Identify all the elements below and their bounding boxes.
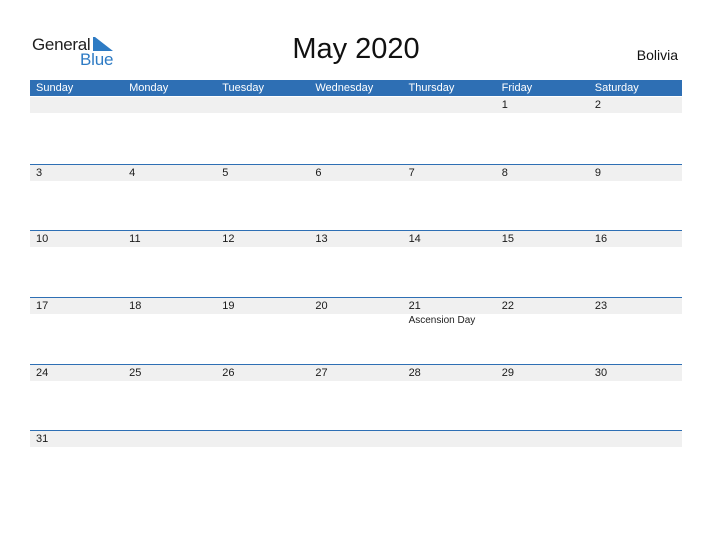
day-number: 16 xyxy=(594,233,608,245)
day-cell-19[interactable]: 19 xyxy=(216,298,309,358)
day-number: 15 xyxy=(501,233,514,245)
day-cell-25[interactable]: 25 xyxy=(123,365,216,425)
calendar-title: May 2020 xyxy=(292,33,420,65)
day-number: 11 xyxy=(129,233,141,245)
day-number: 1 xyxy=(501,99,508,111)
day-cell-11[interactable]: 11 xyxy=(123,231,216,291)
week-row: 17 18 19 20 21 Ascension Day 22 23 xyxy=(30,297,682,365)
day-number: 3 xyxy=(36,167,43,179)
day-number: 28 xyxy=(408,367,421,379)
day-cell-18[interactable]: 18 xyxy=(123,298,216,358)
weekday-monday: Monday xyxy=(129,82,169,94)
day-cell-15[interactable]: 15 xyxy=(496,231,589,291)
day-cell-4[interactable]: 4 xyxy=(123,165,216,225)
day-number: 30 xyxy=(594,367,608,379)
day-cell-31[interactable]: 31 xyxy=(30,431,123,491)
country-label: Bolivia xyxy=(636,47,678,63)
day-cell-9[interactable]: 9 xyxy=(589,165,682,225)
day-number: 23 xyxy=(594,300,608,312)
day-number: 14 xyxy=(408,233,421,245)
day-number: 21 xyxy=(408,300,421,312)
day-number: 6 xyxy=(315,167,322,179)
day-number: 10 xyxy=(36,233,49,245)
day-cell-29[interactable]: 29 xyxy=(496,365,589,425)
empty-day-cell xyxy=(589,431,682,491)
day-number: 19 xyxy=(222,300,235,312)
weekday-sunday: Sunday xyxy=(36,82,74,94)
day-cell-5[interactable]: 5 xyxy=(216,165,309,225)
day-cell-14[interactable]: 14 xyxy=(403,231,496,291)
day-cell-20[interactable]: 20 xyxy=(309,298,402,358)
empty-day-cell xyxy=(30,97,123,157)
empty-day-cell xyxy=(309,431,402,491)
day-number: 20 xyxy=(315,300,328,312)
day-cell-21[interactable]: 21 Ascension Day xyxy=(403,298,496,358)
week-row: 3 4 5 6 7 8 9 xyxy=(30,164,682,232)
day-number: 7 xyxy=(408,167,415,179)
weekday-wednesday: Wednesday xyxy=(315,82,374,94)
day-number: 22 xyxy=(501,300,514,312)
day-number: 18 xyxy=(129,300,142,312)
day-number: 31 xyxy=(36,433,49,445)
empty-day-cell xyxy=(309,97,402,157)
day-number: 2 xyxy=(594,99,601,111)
day-number: 27 xyxy=(315,367,328,379)
day-number: 26 xyxy=(222,367,235,379)
holiday-label: Ascension Day xyxy=(408,315,476,326)
day-number: 24 xyxy=(36,367,49,379)
calendar-grid: Sunday Monday Tuesday Wednesday Thursday Frid… xyxy=(30,80,682,447)
day-cell-3[interactable]: 3 xyxy=(30,165,123,225)
day-number: 5 xyxy=(222,167,229,179)
week-row: 31 xyxy=(30,430,682,498)
day-cell-26[interactable]: 26 xyxy=(216,365,309,425)
day-cell-22[interactable]: 22 xyxy=(496,298,589,358)
day-cell-8[interactable]: 8 xyxy=(496,165,589,225)
weekday-tuesday: Tuesday xyxy=(222,82,265,94)
day-cell-27[interactable]: 27 xyxy=(309,365,402,425)
empty-day-cell xyxy=(403,97,496,157)
day-number: 9 xyxy=(594,167,601,179)
empty-day-cell xyxy=(216,431,309,491)
day-cell-30[interactable]: 30 xyxy=(589,365,682,425)
weekday-friday: Friday xyxy=(501,82,533,94)
week-row: 24 25 26 27 28 29 30 xyxy=(30,364,682,432)
day-cell-23[interactable]: 23 xyxy=(589,298,682,358)
day-cell-17[interactable]: 17 xyxy=(30,298,123,358)
day-number: 25 xyxy=(129,367,142,379)
day-number: 17 xyxy=(36,300,49,312)
weekday-saturday: Saturday xyxy=(594,82,639,94)
day-number: 29 xyxy=(501,367,514,379)
empty-day-cell xyxy=(496,431,589,491)
day-cell-6[interactable]: 6 xyxy=(309,165,402,225)
day-number: 4 xyxy=(129,167,136,179)
weekday-thursday: Thursday xyxy=(408,82,455,94)
empty-day-cell xyxy=(123,431,216,491)
day-cell-2[interactable]: 2 xyxy=(589,97,682,157)
day-cell-12[interactable]: 12 xyxy=(216,231,309,291)
day-cell-1[interactable]: 1 xyxy=(496,97,589,157)
empty-day-cell xyxy=(123,97,216,157)
day-cell-13[interactable]: 13 xyxy=(309,231,402,291)
day-number: 8 xyxy=(501,167,508,179)
empty-day-cell xyxy=(216,97,309,157)
day-cell-10[interactable]: 10 xyxy=(30,231,123,291)
day-cell-7[interactable]: 7 xyxy=(403,165,496,225)
day-number: 12 xyxy=(222,233,235,245)
day-cell-24[interactable]: 24 xyxy=(30,365,123,425)
day-cell-16[interactable]: 16 xyxy=(589,231,682,291)
week-row: 12 xyxy=(30,97,682,164)
day-number: 13 xyxy=(315,233,328,245)
week-row: 10 11 12 13 14 15 16 xyxy=(30,230,682,298)
day-cell-28[interactable]: 28 xyxy=(403,365,496,425)
empty-day-cell xyxy=(403,431,496,491)
weekday-header: Sunday Monday Tuesday Wednesday Thursday Frid… xyxy=(30,80,682,96)
